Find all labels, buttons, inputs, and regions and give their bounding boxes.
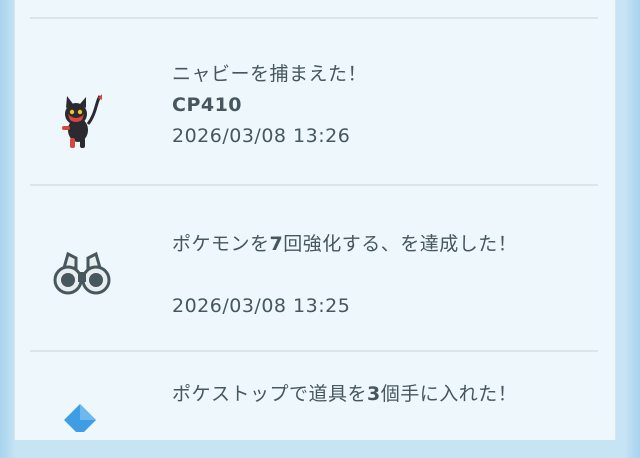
litten-pokemon-icon: [52, 92, 108, 148]
list-item-catch[interactable]: ニャビーを捕まえた！ CP410 2026/03/08 13:26: [14, 20, 614, 184]
pokestop-icon: [52, 402, 108, 458]
title-prefix: ポケストップで道具を: [172, 383, 368, 405]
cp-value: CP410: [172, 94, 243, 116]
list-item-pokestop[interactable]: ポケストップで道具を3個手に入れた！: [14, 352, 614, 436]
title-number: 7: [269, 233, 284, 255]
timestamp: 2026/03/08 13:25: [172, 295, 351, 317]
timestamp: 2026/03/08 13:26: [172, 125, 351, 147]
title-suffix: 個手に入れた！: [380, 383, 518, 405]
item-title: ポケモンを7回強化する、を達成した！: [172, 232, 517, 257]
item-title: ポケストップで道具を3個手に入れた！: [172, 382, 517, 407]
binoculars-icon: [52, 248, 111, 304]
title-number: 3: [367, 383, 381, 405]
title-prefix: ポケモンを: [172, 233, 270, 255]
item-title: ニャビーを捕まえた！: [172, 63, 368, 85]
title-suffix: 回強化する、を達成した！: [283, 233, 518, 255]
list-item-research[interactable]: ポケモンを7回強化する、を達成した！ 2026/03/08 13:25: [14, 186, 614, 350]
divider-top: [30, 17, 598, 19]
